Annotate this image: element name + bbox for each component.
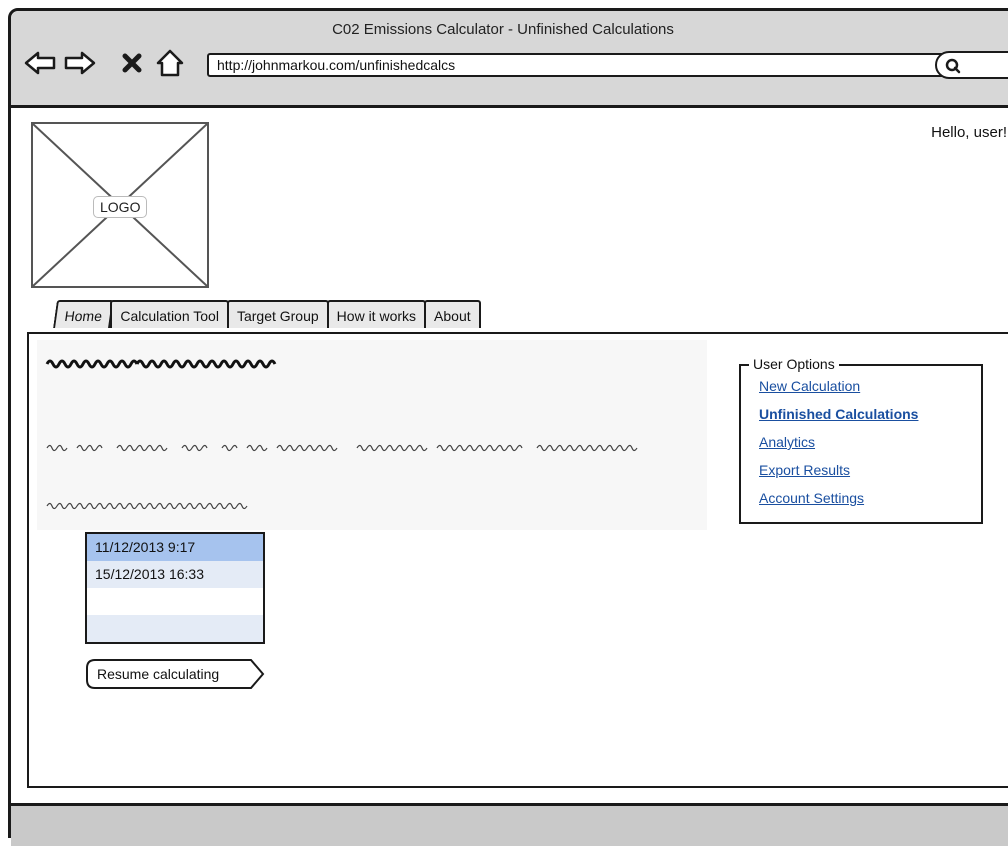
logo-placeholder: LOGO xyxy=(31,122,209,288)
greeting-text: Hello, user! xyxy=(931,124,1007,141)
user-options-title: User Options xyxy=(749,356,839,372)
tab-target-group[interactable]: Target Group xyxy=(226,300,329,328)
resume-calculating-button[interactable]: Resume calculating xyxy=(85,658,265,690)
url-bar[interactable]: http://johnmarkou.com/unfinishedcalcs xyxy=(207,53,1008,77)
tab-about[interactable]: About xyxy=(424,300,481,328)
list-item[interactable] xyxy=(87,588,263,615)
content-panel: User Options New Calculation Unfinished … xyxy=(27,332,1008,788)
tab-home[interactable]: Home xyxy=(53,300,115,328)
status-bar xyxy=(11,803,1008,846)
tab-how-it-works[interactable]: How it works xyxy=(326,300,427,328)
list-item[interactable] xyxy=(87,615,263,642)
home-icon[interactable] xyxy=(153,48,187,78)
tab-calculation-tool[interactable]: Calculation Tool xyxy=(110,300,229,328)
placeholder-text-block xyxy=(37,340,707,530)
squiggle-text xyxy=(45,359,638,510)
forward-icon[interactable] xyxy=(63,48,97,78)
search-icon xyxy=(945,58,961,74)
page-content: LOGO Hello, user! Home Calculation Tool … xyxy=(11,108,1008,803)
link-new-calculation[interactable]: New Calculation xyxy=(759,378,860,394)
user-options-panel: User Options New Calculation Unfinished … xyxy=(739,356,983,524)
list-item[interactable]: 11/12/2013 9:17 xyxy=(87,534,263,561)
link-analytics[interactable]: Analytics xyxy=(759,434,815,450)
unfinished-calculations-list[interactable]: 11/12/2013 9:17 15/12/2013 16:33 xyxy=(85,532,265,644)
url-text: http://johnmarkou.com/unfinishedcalcs xyxy=(217,57,456,73)
browser-toolbar: C02 Emissions Calculator - Unfinished Ca… xyxy=(11,11,1008,108)
link-account-settings[interactable]: Account Settings xyxy=(759,490,864,506)
resume-calculating-label: Resume calculating xyxy=(97,666,220,682)
link-export-results[interactable]: Export Results xyxy=(759,462,850,478)
link-unfinished-calculations[interactable]: Unfinished Calculations xyxy=(759,406,918,422)
logo-label: LOGO xyxy=(93,196,148,218)
back-icon[interactable] xyxy=(23,48,57,78)
stop-icon[interactable] xyxy=(115,48,149,78)
main-tabs: Home Calculation Tool Target Group How i… xyxy=(53,298,481,330)
browser-window: C02 Emissions Calculator - Unfinished Ca… xyxy=(8,8,1008,846)
list-item[interactable]: 15/12/2013 16:33 xyxy=(87,561,263,588)
search-box[interactable] xyxy=(935,51,1008,79)
window-title: C02 Emissions Calculator - Unfinished Ca… xyxy=(332,21,674,38)
